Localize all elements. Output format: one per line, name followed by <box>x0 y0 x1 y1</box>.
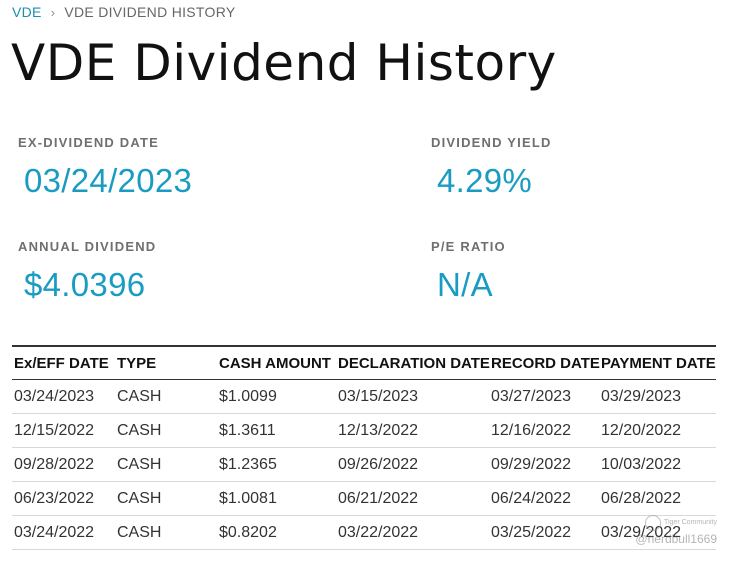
cell-ex-date: 09/28/2022 <box>14 455 95 473</box>
stat-value: 4.29% <box>437 162 533 199</box>
cell-cash-amount: $1.0099 <box>219 387 277 405</box>
watermark-brand: Tiger Community <box>635 515 717 531</box>
table-row: 12/15/2022 CASH $1.3611 12/13/2022 12/16… <box>12 414 716 448</box>
cell-cash-amount: $1.0081 <box>219 489 277 507</box>
watermark-brand-text: Tiger Community <box>663 519 717 526</box>
cell-record-date: 12/16/2022 <box>491 421 572 439</box>
cell-declaration-date: 06/21/2022 <box>338 489 419 507</box>
watermark: Tiger Community @nerdbull1669 <box>635 515 717 547</box>
column-header-record-date[interactable]: RECORD DATE <box>491 355 601 372</box>
cell-declaration-date: 12/13/2022 <box>338 421 419 439</box>
column-header-ex-date[interactable]: Ex/EFF DATE <box>12 355 117 372</box>
table-header-row: Ex/EFF DATE TYPE CASH AMOUNT DECLARATION… <box>12 347 716 380</box>
breadcrumb-current: VDE DIVIDEND HISTORY <box>64 4 236 20</box>
table-row: 03/24/2022 CASH $0.8202 03/22/2022 03/25… <box>12 516 716 550</box>
stat-label: ANNUAL DIVIDEND <box>18 239 157 254</box>
column-header-payment-date[interactable]: PAYMENT DATE <box>601 355 716 372</box>
cell-type: CASH <box>117 421 162 439</box>
cell-cash-amount: $0.8202 <box>219 523 277 541</box>
stat-label: DIVIDEND YIELD <box>431 135 552 150</box>
stat-label: P/E RATIO <box>431 239 506 254</box>
cell-ex-date: 12/15/2022 <box>14 421 95 439</box>
table-row-partial <box>12 550 716 570</box>
cell-declaration-date: 03/15/2023 <box>338 387 419 405</box>
cell-payment-date: 06/28/2022 <box>601 489 682 507</box>
cell-type: CASH <box>117 489 162 507</box>
table-row: 09/28/2022 CASH $1.2365 09/26/2022 09/29… <box>12 448 716 482</box>
watermark-handle: @nerdbull1669 <box>635 532 717 546</box>
cell-payment-date: 03/29/2023 <box>601 387 682 405</box>
cell-cash-amount: $1.3611 <box>219 421 276 439</box>
column-header-type[interactable]: TYPE <box>117 355 219 372</box>
column-header-cash-amount[interactable]: CASH AMOUNT <box>219 355 338 372</box>
stat-ex-dividend-date: EX-DIVIDEND DATE 03/24/2023 <box>18 135 192 200</box>
cell-record-date: 09/29/2022 <box>491 455 572 473</box>
stat-value: $4.0396 <box>24 266 146 303</box>
cell-payment-date: 10/03/2022 <box>601 455 682 473</box>
table-row: 06/23/2022 CASH $1.0081 06/21/2022 06/24… <box>12 482 716 516</box>
column-header-declaration-date[interactable]: DECLARATION DATE <box>338 355 491 372</box>
stat-dividend-yield: DIVIDEND YIELD 4.29% <box>431 135 552 200</box>
table-row: 03/24/2023 CASH $1.0099 03/15/2023 03/27… <box>12 380 716 414</box>
cell-ex-date: 03/24/2022 <box>14 523 95 541</box>
page-title: VDE Dividend History <box>11 34 557 92</box>
cell-record-date: 06/24/2022 <box>491 489 572 507</box>
cell-declaration-date: 09/26/2022 <box>338 455 419 473</box>
stat-label: EX-DIVIDEND DATE <box>18 135 160 150</box>
chevron-right-icon: › <box>50 4 56 20</box>
cell-cash-amount: $1.2365 <box>219 455 277 473</box>
dividend-history-table: Ex/EFF DATE TYPE CASH AMOUNT DECLARATION… <box>12 345 716 570</box>
cell-type: CASH <box>117 387 162 405</box>
cell-ex-date: 06/23/2022 <box>14 489 95 507</box>
stat-value: 03/24/2023 <box>24 162 193 199</box>
stat-annual-dividend: ANNUAL DIVIDEND $4.0396 <box>18 239 156 304</box>
breadcrumb: VDE › VDE DIVIDEND HISTORY <box>12 4 236 20</box>
stat-value: N/A <box>437 266 493 303</box>
cell-declaration-date: 03/22/2022 <box>338 523 419 541</box>
cell-type: CASH <box>117 455 162 473</box>
tiger-logo-icon <box>644 515 661 531</box>
cell-record-date: 03/25/2022 <box>491 523 572 541</box>
cell-record-date: 03/27/2023 <box>491 387 572 405</box>
cell-payment-date: 12/20/2022 <box>601 421 682 439</box>
breadcrumb-link-vde[interactable]: VDE <box>12 4 42 20</box>
stat-pe-ratio: P/E RATIO N/A <box>431 239 506 304</box>
cell-ex-date: 03/24/2023 <box>14 387 95 405</box>
cell-type: CASH <box>117 523 162 541</box>
